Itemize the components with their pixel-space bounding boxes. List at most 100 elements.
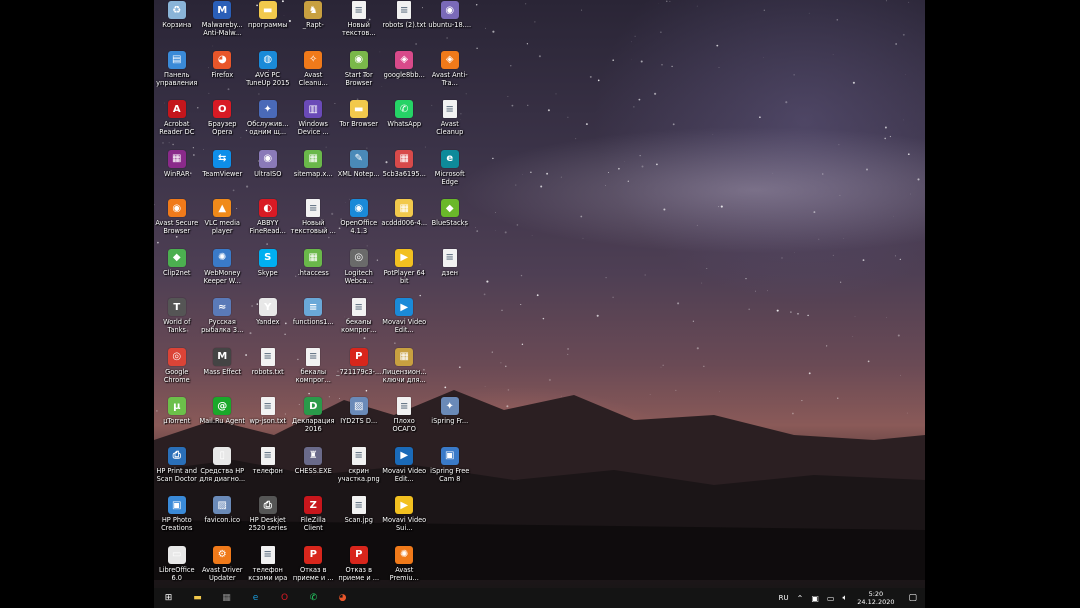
desktop-icon[interactable]: ▥ Windows Device ...	[291, 99, 337, 149]
desktop-icon[interactable]: ≈ Русская рыбалка 3...	[200, 297, 246, 347]
desktop-icon[interactable]: D Декларация 2016	[291, 396, 337, 446]
desktop-icon[interactable]: ≡ бекалы компрог...	[291, 347, 337, 397]
desktop-icon[interactable]: ▦ sitemap.x...	[291, 149, 337, 199]
desktop-icon[interactable]: ◉ ubuntu-18....	[427, 0, 473, 50]
desktop-icon[interactable]: ▬ Tor Browser	[336, 99, 382, 149]
desktop-icon[interactable]: ≡ бекалы компрог...	[336, 297, 382, 347]
desktop-icon[interactable]: ≡ wp-json.txt	[245, 396, 291, 446]
taskbar-edge[interactable]: e	[241, 588, 270, 608]
desktop-icon[interactable]: P Отказ в приеме и ...	[336, 545, 382, 595]
taskbar-firefox[interactable]: ◕	[328, 588, 357, 608]
desktop-icon[interactable]: ▣ HP Photo Creations	[154, 495, 200, 545]
desktop-icon[interactable]: ◕ Firefox	[200, 50, 246, 100]
desktop-icon[interactable]: ≡ Scan.jpg	[336, 495, 382, 545]
desktop-icon[interactable]: ≡ дзен	[427, 248, 473, 298]
desktop-icon[interactable]: ◐ ABBYY FineRead...	[245, 198, 291, 248]
desktop-icon[interactable]: T World of Tanks	[154, 297, 200, 347]
desktop-icon[interactable]: ▣ iSpring Free Cam 8	[427, 446, 473, 496]
desktop-icon[interactable]: µ µTorrent	[154, 396, 200, 446]
desktop-icon[interactable]: ≡ functions1...	[291, 297, 337, 347]
desktop-icon[interactable]: ⇆ TeamViewer	[200, 149, 246, 199]
taskbar-explorer[interactable]: ▬	[183, 588, 212, 608]
desktop-icon[interactable]: ≡ robots (2).txt	[382, 0, 428, 50]
desktop-icon[interactable]: ◍ AVG PC TuneUp 2015	[245, 50, 291, 100]
desktop-icon[interactable]: ✆ WhatsApp	[382, 99, 428, 149]
desktop-icon[interactable]: M Mass Effect	[200, 347, 246, 397]
chevron-up-icon[interactable]: ⌃	[793, 588, 808, 608]
desktop-icon[interactable]: ≡ скрин участка.png	[336, 446, 382, 496]
desktop-icon[interactable]: ▤ Панель управления	[154, 50, 200, 100]
desktop-icon-label: Корзина	[162, 21, 192, 29]
desktop-icon[interactable]: ▨ favicon.ico	[200, 495, 246, 545]
network-icon[interactable]: ▣	[807, 588, 823, 608]
desktop-icon[interactable]: ◉ UltraISO	[245, 149, 291, 199]
language-indicator[interactable]: RU	[775, 588, 793, 608]
desktop-icon[interactable]: ▯ Средства HP для диагно...	[199, 446, 245, 496]
desktop-icon[interactable]: ◈ google8bb...	[382, 50, 428, 100]
desktop-icon[interactable]: ◉ Avast Secure Browser	[154, 198, 200, 248]
desktop-icon[interactable]: ≡ телефон ксзоми ира	[245, 545, 291, 595]
raptor-icon: ♞	[304, 1, 323, 19]
desktop-icon[interactable]: ♜ CHESS.EXE	[291, 446, 337, 496]
desktop-icon[interactable]: ✦ iSpring Fr...	[427, 396, 473, 446]
desktop-icon[interactable]: ▨ IYD2TS D...	[336, 396, 382, 446]
desktop-icon[interactable]: ✺ Avast Premiu...	[382, 545, 428, 595]
mailru-agent-icon: @	[213, 397, 232, 415]
taskbar-calculator[interactable]: ▦	[212, 588, 241, 608]
desktop-icon[interactable]: ◆ Clip2net	[154, 248, 200, 298]
desktop-icon[interactable]: ◎ Logitech Webca...	[336, 248, 382, 298]
desktop-icon[interactable]: ▶ Movavi Video Edit...	[382, 297, 428, 347]
desktop-icon[interactable]: ▦ Лицензион... ключи для...	[382, 347, 428, 397]
desktop-icon[interactable]: ◉ Start Tor Browser	[336, 50, 382, 100]
star	[838, 144, 840, 146]
desktop-icon[interactable]: ≡ Новый текстов...	[336, 0, 382, 50]
clock[interactable]: 5:20 24.12.2020	[851, 590, 900, 606]
recycle-bin-icon: ♻	[167, 1, 186, 19]
desktop-icon[interactable]: ≡ robots.txt	[245, 347, 291, 397]
desktop-icon[interactable]: ▶ PotPlayer 64 bit	[382, 248, 428, 298]
desktop-icon[interactable]: ⎙ HP Print and Scan Doctor	[154, 446, 200, 496]
desktop-icon[interactable]: ▶ Movavi Video Edit...	[382, 446, 428, 496]
desktop-icon[interactable]: ≡ Плохо ОСАГО	[382, 396, 428, 446]
notification-center-icon[interactable]: ▢	[900, 588, 925, 608]
desktop-icon[interactable]: e Microsoft Edge	[427, 149, 473, 199]
desktop-icon[interactable]: ▦ .htaccess	[291, 248, 337, 298]
desktop-icon[interactable]: P _721179c3-...	[336, 347, 382, 397]
desktop-icon[interactable]: ▦ 5cb3a6195...	[382, 149, 428, 199]
desktop-icon[interactable]: S Skype	[245, 248, 291, 298]
desktop-icon[interactable]: ≡ Новый текстовый ...	[291, 198, 337, 248]
display-icon[interactable]: ▭	[823, 588, 839, 608]
desktop-icon[interactable]: ▲ VLC media player	[200, 198, 246, 248]
desktop-icon[interactable]: ◎ Google Chrome	[154, 347, 200, 397]
volume-icon[interactable]: 🔈︎	[838, 588, 851, 608]
desktop-icon[interactable]: ▦ WinRAR	[154, 149, 200, 199]
desktop-icon[interactable]: ⚙ Avast Driver Updater	[200, 545, 246, 595]
desktop-icon[interactable]: ▭ LibreOffice 6.0	[154, 545, 200, 595]
desktop-icon[interactable]: ✎ XML Notep...	[336, 149, 382, 199]
desktop-icon[interactable]: Z FileZilla Client	[291, 495, 337, 545]
desktop-icon[interactable]: ♞ _Rapt-	[291, 0, 337, 50]
desktop-icon[interactable]: Y Yandex	[245, 297, 291, 347]
desktop-icon[interactable]: ◈ Avast Anti-Tra...	[427, 50, 473, 100]
taskbar-opera[interactable]: O	[270, 588, 299, 608]
desktop-icon[interactable]: ▬ программы	[245, 0, 291, 50]
star	[899, 258, 901, 261]
desktop-icon[interactable]: ⎙ HP Deskjet 2520 series	[245, 495, 291, 545]
desktop-icon[interactable]: O Браузер Opera	[200, 99, 246, 149]
desktop-icon[interactable]: ▶ Movavi Video Sui...	[382, 495, 428, 545]
desktop-icon[interactable]: ✧ Avast Cleanu...	[291, 50, 337, 100]
desktop-icon[interactable]: M Malwareby... Anti-Malw...	[200, 0, 246, 50]
desktop-icon[interactable]: ◉ OpenOffice 4.1.3	[336, 198, 382, 248]
taskbar-whatsapp[interactable]: ✆	[299, 588, 328, 608]
start-button[interactable]: ⊞	[154, 588, 183, 608]
desktop-icon[interactable]: A Acrobat Reader DC	[154, 99, 200, 149]
desktop-icon[interactable]: ♻ Корзина	[154, 0, 200, 50]
desktop-icon[interactable]: ▦ acddd006-4...	[381, 198, 427, 248]
desktop-icon[interactable]: ≡ телефон	[245, 446, 291, 496]
desktop-icon[interactable]: ✺ WebMoney Keeper W...	[200, 248, 246, 298]
desktop-icon[interactable]: ◆ BlueStacks	[427, 198, 473, 248]
desktop-icon[interactable]: @ Mail.Ru Agent	[199, 396, 245, 446]
desktop-icon[interactable]: ✦ Обслужив... одним щ...	[245, 99, 291, 149]
desktop-icon[interactable]: P Отказ в приеме и ...	[291, 545, 337, 595]
desktop-icon[interactable]: ≡ Avast Cleanup	[427, 99, 473, 149]
